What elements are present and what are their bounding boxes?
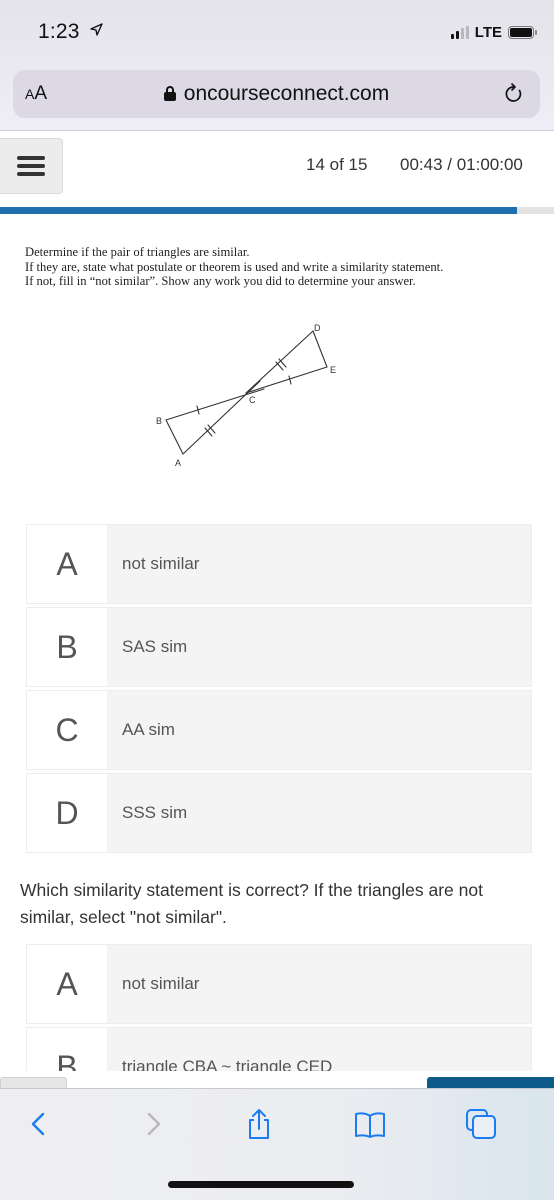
question-instructions: Determine if the pair of triangles are s… xyxy=(25,245,545,289)
location-arrow-icon xyxy=(90,23,103,36)
hamburger-icon-bar xyxy=(17,156,45,160)
vertex-label-a: A xyxy=(175,458,181,468)
menu-button[interactable] xyxy=(0,138,63,194)
tabs-icon[interactable] xyxy=(464,1107,498,1141)
page-viewport: 14 of 15 00:43 / 01:00:00 Determine if t… xyxy=(0,0,554,1071)
vertex-label-c: C xyxy=(249,395,256,405)
timer: 00:43 / 01:00:00 xyxy=(400,155,523,174)
vertex-label-d: D xyxy=(314,323,321,333)
option-text: triangle CBA ~ triangle CED xyxy=(107,1028,531,1071)
answer-option-b[interactable]: B SAS sim xyxy=(26,607,532,687)
question2-prompt: Which similarity statement is correct? I… xyxy=(20,880,483,927)
option-letter: A xyxy=(27,525,107,603)
reload-icon[interactable] xyxy=(502,82,526,106)
segment-cd xyxy=(245,330,314,394)
option-letter: A xyxy=(27,945,107,1023)
option-letter: C xyxy=(27,691,107,769)
segment-ce xyxy=(245,366,328,394)
tick-ce xyxy=(288,375,292,385)
question-counter: 14 of 15 xyxy=(306,155,368,174)
signal-icon xyxy=(450,26,469,39)
lock-icon xyxy=(163,86,176,101)
question1-options: A not similar B SAS sim C AA sim D SSS s… xyxy=(26,524,532,856)
option-text: SSS sim xyxy=(107,774,531,852)
battery-icon xyxy=(508,26,537,39)
progress-fill xyxy=(0,207,518,214)
segment-ab xyxy=(165,419,184,455)
option-text: not similar xyxy=(107,945,531,1023)
answer-option-c[interactable]: C AA sim xyxy=(26,690,532,770)
triangles-figure: A B C D E xyxy=(156,323,336,468)
address-bar[interactable]: AA oncourseconnect.com xyxy=(13,70,540,118)
hamburger-icon-bar xyxy=(17,164,45,168)
vertex-label-e: E xyxy=(330,365,336,375)
segment-de xyxy=(312,330,328,368)
vertex-label-b: B xyxy=(156,416,162,426)
instruction-line: Determine if the pair of triangles are s… xyxy=(25,245,250,259)
answer-option-b[interactable]: B triangle CBA ~ triangle CED xyxy=(26,1027,532,1071)
progress-bar xyxy=(0,207,554,214)
book-icon[interactable] xyxy=(353,1107,387,1141)
option-text: SAS sim xyxy=(107,608,531,686)
option-letter: B xyxy=(27,608,107,686)
network-type: LTE xyxy=(474,24,502,41)
status-time: 1:23 xyxy=(38,20,103,44)
question2-options: A not similar B triangle CBA ~ triangle … xyxy=(26,944,532,1071)
home-indicator[interactable] xyxy=(168,1181,354,1188)
browser-top-chrome: 1:23 LTE AA oncourseconnect.com xyxy=(0,0,554,131)
answer-option-d[interactable]: D SSS sim xyxy=(26,773,532,853)
hamburger-icon-bar xyxy=(17,172,45,176)
clock: 1:23 xyxy=(38,20,80,43)
status-indicators: LTE xyxy=(450,24,537,41)
chevron-right-icon xyxy=(147,1112,161,1136)
answer-option-a[interactable]: A not similar xyxy=(26,944,532,1024)
option-text: AA sim xyxy=(107,691,531,769)
option-text: not similar xyxy=(107,525,531,603)
chevron-left-icon[interactable] xyxy=(22,1107,56,1141)
option-letter: B xyxy=(27,1028,107,1071)
url-text: oncourseconnect.com xyxy=(183,82,390,105)
share-icon[interactable] xyxy=(242,1107,276,1141)
url-field[interactable]: oncourseconnect.com xyxy=(13,82,540,106)
option-letter: D xyxy=(27,774,107,852)
instruction-line: If not, fill in “not similar”. Show any … xyxy=(25,274,416,288)
answer-option-a[interactable]: A not similar xyxy=(26,524,532,604)
instruction-line: If they are, state what postulate or the… xyxy=(25,259,444,274)
